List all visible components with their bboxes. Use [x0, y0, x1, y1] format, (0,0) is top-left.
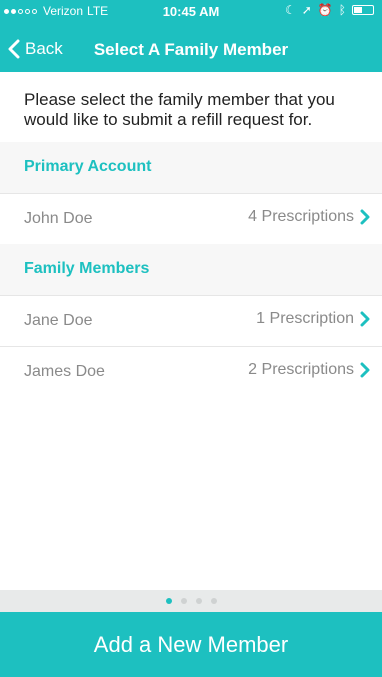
- page-dot[interactable]: [180, 598, 187, 604]
- chevron-right-icon: [360, 311, 370, 327]
- page-dot[interactable]: [210, 598, 217, 604]
- prescription-count: 2 Prescriptions: [248, 361, 354, 378]
- member-name: Jane Doe: [24, 312, 93, 329]
- member-row-jane-doe[interactable]: Jane Doe 1 Prescription: [0, 295, 382, 346]
- alarm-icon: ⏰: [317, 3, 333, 17]
- prescription-summary: 4 Prescriptions: [248, 208, 370, 226]
- member-name: John Doe: [24, 210, 93, 227]
- moon-icon: ☾: [285, 3, 296, 17]
- status-bar: Verizon LTE 10:45 AM ☾ ➚ ⏰ ᛒ: [0, 0, 382, 22]
- member-name: James Doe: [24, 363, 105, 380]
- prescription-count: 4 Prescriptions: [248, 208, 354, 225]
- section-label: Primary Account: [24, 158, 152, 175]
- page-dot[interactable]: [195, 598, 202, 604]
- section-header-family-members: Family Members: [0, 244, 382, 295]
- nav-bar: Back Select A Family Member: [0, 28, 382, 72]
- prescription-summary: 2 Prescriptions: [248, 361, 370, 379]
- section-label: Family Members: [24, 260, 150, 277]
- member-row-john-doe[interactable]: John Doe 4 Prescriptions: [0, 193, 382, 244]
- bluetooth-icon: ᛒ: [338, 3, 346, 17]
- header: Verizon LTE 10:45 AM ☾ ➚ ⏰ ᛒ Back Select…: [0, 0, 382, 72]
- prescription-summary: 1 Prescription: [256, 310, 370, 328]
- page-title: Select A Family Member: [93, 40, 289, 59]
- prescription-count: 1 Prescription: [256, 310, 354, 327]
- status-icons: ☾ ➚ ⏰ ᛒ: [285, 3, 374, 17]
- page-indicator[interactable]: [0, 590, 382, 612]
- page-dot[interactable]: [165, 598, 172, 604]
- chevron-right-icon: [360, 362, 370, 378]
- member-row-james-doe[interactable]: James Doe 2 Prescriptions: [0, 346, 382, 397]
- add-new-member-button[interactable]: Add a New Member: [0, 612, 382, 677]
- battery-icon: [352, 5, 374, 15]
- chevron-right-icon: [360, 209, 370, 225]
- intro-text: Please select the family member that you…: [24, 90, 335, 129]
- location-icon: ➚: [301, 3, 312, 17]
- section-header-primary-account: Primary Account: [0, 142, 382, 193]
